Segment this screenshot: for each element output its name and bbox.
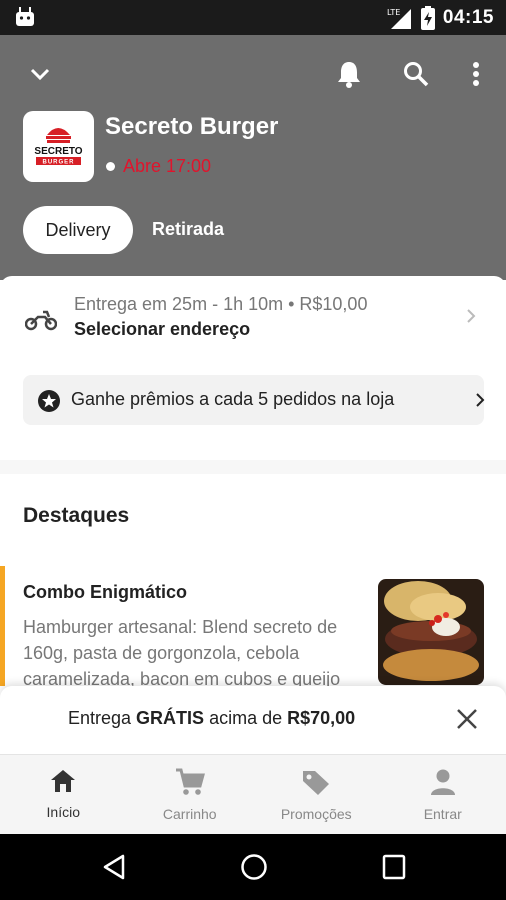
battery-icon <box>420 6 435 30</box>
nav-login-label: Entrar <box>423 806 462 822</box>
bell-icon <box>338 62 360 88</box>
delivery-address-row[interactable]: Entrega em 25m - 1h 10m • R$10,00 Seleci… <box>0 276 506 366</box>
nav-login[interactable]: Entrar <box>380 755 506 834</box>
android-icon <box>16 7 34 26</box>
tag-icon <box>303 771 330 795</box>
logo-text-top: SECRETO <box>34 146 82 157</box>
delivery-info: Entrega em 25m - 1h 10m • R$10,00 <box>74 294 368 314</box>
rewards-card[interactable]: Ganhe prêmios a cada 5 pedidos na loja <box>23 375 485 425</box>
collapse-button[interactable] <box>25 59 55 89</box>
nav-home-label: Início <box>46 804 80 820</box>
content-sheet: Entrega em 25m - 1h 10m • R$10,00 Seleci… <box>0 276 506 756</box>
status-bar: LTE 04:15 <box>0 0 506 35</box>
product-image <box>378 579 484 685</box>
tab-pickup[interactable]: Retirada <box>152 219 224 240</box>
nav-cart[interactable]: Carrinho <box>127 755 254 834</box>
free-delivery-text: Entrega GRÁTIS acima de R$70,00 <box>68 708 356 728</box>
back-icon[interactable] <box>101 853 127 881</box>
store-status-text: Abre 17:00 <box>123 156 212 176</box>
person-icon <box>430 769 455 795</box>
store-logo: SECRETO BURGER <box>23 111 94 182</box>
store-header: SECRETO BURGER Secreto Burger Abre 17:00… <box>0 35 506 280</box>
nav-promotions[interactable]: Promoções <box>253 755 380 834</box>
store-name: Secreto Burger <box>105 113 279 140</box>
signal-icon: LTE <box>387 8 411 29</box>
more-options-button[interactable] <box>461 59 491 89</box>
logo-text-bottom: BURGER <box>42 160 74 166</box>
product-description: Hamburger artesanal: Blend secreto de 16… <box>23 617 341 686</box>
network-label: LTE <box>387 8 400 17</box>
chevron-down-icon <box>30 68 50 81</box>
search-icon <box>404 62 429 87</box>
chevron-right-icon <box>476 393 485 407</box>
close-icon <box>457 709 477 729</box>
nav-promotions-label: Promoções <box>280 806 352 822</box>
badge-star-icon <box>38 390 60 412</box>
recents-icon[interactable] <box>381 853 407 881</box>
search-button[interactable] <box>401 59 431 89</box>
motorcycle-icon <box>25 310 57 331</box>
notifications-button[interactable] <box>334 59 364 89</box>
nav-cart-label: Carrinho <box>162 806 217 822</box>
free-delivery-banner: Entrega GRÁTIS acima de R$70,00 <box>0 686 506 754</box>
section-divider <box>0 460 506 474</box>
product-card[interactable]: Combo Enigmático Hamburger artesanal: Bl… <box>0 566 506 686</box>
tab-delivery[interactable]: Delivery <box>23 206 133 254</box>
home-circle-icon[interactable] <box>240 853 268 881</box>
cart-icon <box>175 768 205 795</box>
bottom-navigation: Início Carrinho Promoções Entrar <box>0 754 506 834</box>
rewards-label: Ganhe prêmios a cada 5 pedidos na loja <box>71 389 395 409</box>
more-vert-icon <box>473 62 479 86</box>
store-status: Abre 17:00 <box>106 156 211 177</box>
status-dot <box>106 162 115 171</box>
system-navigation-bar <box>0 834 506 900</box>
nav-home[interactable]: Início <box>0 755 127 834</box>
select-address: Selecionar endereço <box>74 319 251 339</box>
product-name: Combo Enigmático <box>23 582 188 602</box>
clock: 04:15 <box>442 7 494 28</box>
chevron-right-icon <box>467 309 476 323</box>
home-icon <box>51 770 76 792</box>
highlight-accent-bar <box>0 566 5 686</box>
highlights-title: Destaques <box>23 504 130 527</box>
close-banner-button[interactable] <box>455 707 479 736</box>
